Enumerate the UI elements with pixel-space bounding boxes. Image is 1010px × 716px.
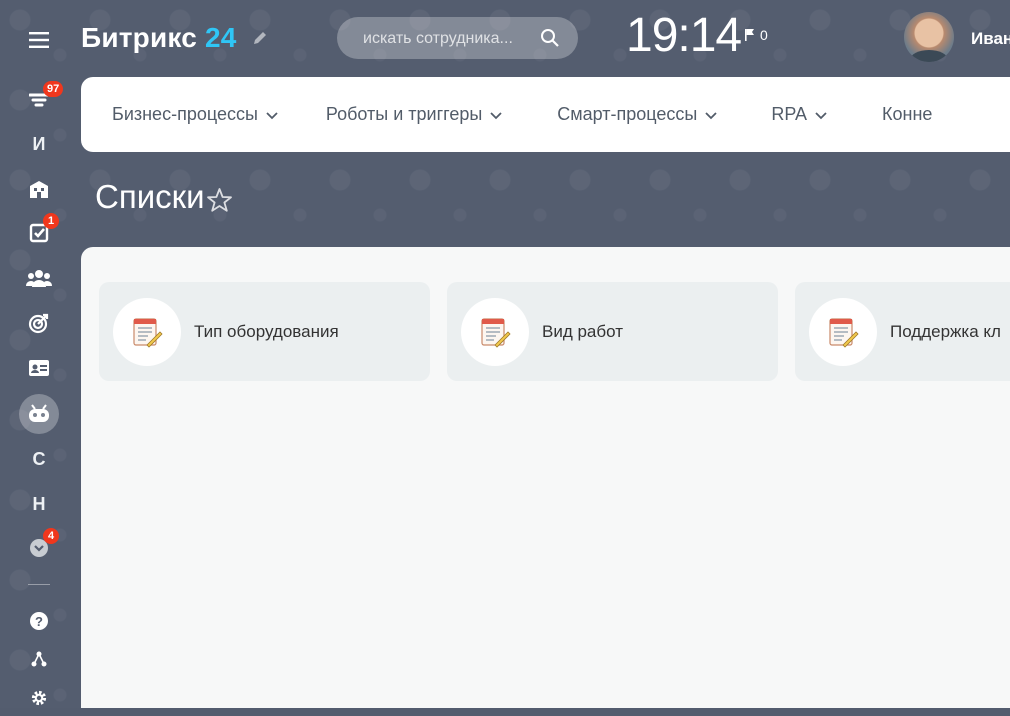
list-tile[interactable]: Поддержка кл [795,282,1010,381]
feed-badge: 97 [43,81,64,97]
svg-text:?: ? [35,614,43,629]
nav-item-smart-processes[interactable]: Смарт-процессы [557,104,717,125]
sidebar-item-goals[interactable] [19,305,59,341]
hierarchy-icon [31,651,47,667]
search-input[interactable] [361,17,535,61]
list-tile[interactable]: Тип оборудования [99,282,430,381]
sidebar-item-i[interactable]: И [19,126,59,162]
left-menu: 97 И 1 С Н 4 ? [0,0,78,708]
menu-divider [28,584,50,585]
sidebar-item-more[interactable]: 4 [19,528,59,566]
flag-counter[interactable]: 0 [745,27,768,43]
avatar-shirt [910,50,948,62]
document-pencil-icon [481,317,511,348]
nav-item-connectors[interactable]: Конне [882,104,932,125]
flag-count: 0 [760,27,768,43]
search-box[interactable] [337,17,578,61]
sidebar-item-s[interactable]: С [19,441,59,477]
nav-item-label: Роботы и триггеры [325,104,483,124]
sidebar-item-structure[interactable] [19,641,59,677]
chevron-down-icon [490,111,502,119]
user-avatar[interactable] [904,12,954,62]
logo-name: Битрикс [81,22,197,53]
list-tile[interactable]: Вид работ [447,282,778,381]
nav-item-rpa[interactable]: RPA [771,104,827,125]
list-tile-label: Вид работ [542,321,623,341]
star-icon[interactable] [206,187,233,213]
gear-icon [31,690,47,706]
sidebar-item-letter: С [32,448,46,469]
flag-icon [745,29,754,41]
sidebar-item-settings[interactable] [19,680,59,716]
top-nav: Бизнес-процессы Роботы и триггеры Смарт-… [81,77,1010,152]
user-name[interactable]: Иван [971,29,1010,49]
sidebar-item-employees[interactable] [19,260,59,296]
nav-item-label: Конне [882,104,933,124]
document-pencil-icon [829,317,859,348]
id-card-icon [29,360,49,376]
clock[interactable]: 19:14 [626,8,742,63]
pencil-icon[interactable] [251,29,269,47]
page-title: Списки [95,178,205,215]
sidebar-item-letter: Н [32,493,46,514]
chevron-down-icon [815,111,827,119]
sidebar-item-automation[interactable] [19,394,59,434]
chevron-down-icon [705,111,717,119]
list-tile-label: Поддержка кл [890,321,1001,341]
sidebar-item-tasks[interactable]: 1 [19,213,59,251]
list-document-icon [461,297,529,366]
robot-icon [29,404,49,422]
sidebar-item-contacts[interactable] [19,350,59,386]
hamburger-icon [29,32,49,48]
question-icon: ? [30,612,48,630]
sidebar-item-help[interactable]: ? [19,603,59,639]
more-badge: 4 [43,528,59,544]
sidebar-item-n[interactable]: Н [19,486,59,522]
nav-item-label: Смарт-процессы [557,104,698,124]
search-icon[interactable] [540,28,560,48]
menu-toggle-button[interactable] [19,22,59,58]
lists-panel: Тип оборудования Вид работ Поддержка кл [81,247,1010,708]
nav-item-robots-triggers[interactable]: Роботы и триггеры [326,104,502,125]
sidebar-item-company[interactable] [19,171,59,207]
list-document-icon [113,297,181,366]
chevron-down-icon [266,111,278,119]
nav-item-label: RPA [771,104,808,124]
target-icon [28,313,49,334]
document-pencil-icon [133,317,163,348]
tasks-badge: 1 [43,213,59,229]
sidebar-item-letter: И [32,133,46,154]
list-document-icon [809,297,877,366]
app-logo[interactable]: Битрикс 24 [81,22,237,54]
nav-item-business-processes[interactable]: Бизнес-процессы [112,104,278,125]
building-icon [30,181,48,198]
nav-item-label: Бизнес-процессы [112,104,258,124]
people-icon [26,270,52,287]
logo-number: 24 [204,22,237,53]
list-tile-label: Тип оборудования [194,321,339,341]
sidebar-item-feed[interactable]: 97 [19,81,64,119]
